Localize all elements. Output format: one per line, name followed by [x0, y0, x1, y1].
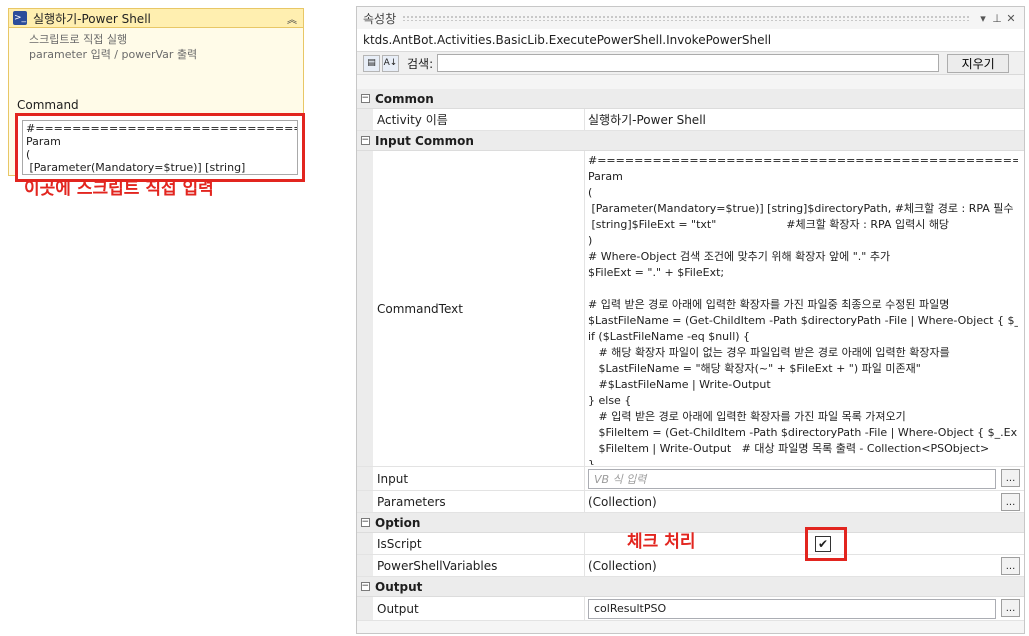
category-label: Common	[375, 91, 434, 106]
input-field[interactable]: VB 식 입력	[588, 468, 996, 489]
collapse-toggle-icon[interactable]: −	[357, 513, 373, 533]
command-highlight: #==================================== Pa…	[15, 113, 305, 182]
activity-description: 스크립트로 직접 실행 parameter 입력 / powerVar 출력	[29, 32, 197, 62]
powershell-icon: >_	[13, 11, 27, 25]
output-cell: colResultPSO ...	[585, 597, 1024, 620]
dropdown-icon[interactable]: ▾	[976, 12, 990, 25]
category-label: Output	[375, 579, 423, 594]
property-label: Output	[373, 597, 585, 620]
command-annotation: 이곳에 스크립트 직접 입력	[24, 179, 214, 199]
property-label: Input	[373, 467, 585, 490]
output-ellipsis-button[interactable]: ...	[1001, 599, 1020, 617]
property-row-parameters[interactable]: Parameters (Collection) ...	[357, 491, 1024, 513]
property-label: CommandText	[373, 151, 585, 466]
activity-body: 스크립트로 직접 실행 parameter 입력 / powerVar 출력 C…	[8, 28, 305, 182]
activity-card[interactable]: >_ 실행하기-Power Shell ︽ 스크립트로 직접 실행 parame…	[8, 8, 305, 182]
titlebar-grip[interactable]	[402, 15, 970, 21]
category-label: Input Common	[375, 133, 474, 148]
categorized-icon[interactable]: ▤	[363, 54, 380, 72]
search-label: 검색:	[407, 56, 434, 71]
isscript-annotation: 체크 처리	[627, 532, 696, 552]
property-label: Parameters	[373, 491, 585, 512]
category-common[interactable]: − Common	[357, 89, 1024, 109]
properties-panel: 속성창 ▾ ⊥ ✕ ktds.AntBot.Activities.BasicLi…	[356, 6, 1025, 634]
activity-header[interactable]: >_ 실행하기-Power Shell ︽	[8, 8, 304, 28]
parameters-value: (Collection)	[588, 494, 657, 509]
type-name: ktds.AntBot.Activities.BasicLib.ExecuteP…	[357, 29, 1024, 51]
category-label: Option	[375, 515, 421, 530]
clear-button[interactable]: 지우기	[947, 53, 1010, 73]
activity-name-value[interactable]: 실행하기-Power Shell	[585, 109, 1024, 130]
command-input[interactable]: #==================================== Pa…	[22, 120, 298, 175]
activity-desc-line2: parameter 입력 / powerVar 출력	[29, 48, 198, 61]
collapse-icon[interactable]: ︽	[285, 11, 299, 26]
property-label: PowerShellVariables	[373, 555, 585, 576]
activity-title: 실행하기-Power Shell	[33, 11, 151, 26]
property-label: Activity 이름	[373, 109, 585, 130]
input-cell: VB 식 입력 ...	[585, 467, 1024, 490]
collapse-toggle-icon[interactable]: −	[357, 131, 373, 151]
parameters-cell: (Collection) ...	[585, 491, 1024, 512]
psvars-value: (Collection)	[588, 558, 657, 573]
pin-icon[interactable]: ⊥	[990, 12, 1004, 25]
isscript-checkbox[interactable]: ✔	[815, 536, 831, 552]
category-input-common[interactable]: − Input Common	[357, 131, 1024, 151]
collapse-toggle-icon[interactable]: −	[357, 89, 373, 109]
activity-desc-line1: 스크립트로 직접 실행	[29, 33, 128, 46]
commandtext-editor[interactable]: #=======================================…	[588, 153, 1018, 465]
search-toolbar: ▤ A↓ 검색: 지우기	[357, 51, 1024, 75]
input-ellipsis-button[interactable]: ...	[1001, 469, 1020, 487]
property-row-commandtext[interactable]: CommandText #===========================…	[357, 151, 1024, 467]
panel-title: 속성창	[363, 11, 397, 26]
close-icon[interactable]: ✕	[1004, 12, 1018, 25]
panel-titlebar: 속성창 ▾ ⊥ ✕	[357, 7, 1024, 29]
property-row-powershellvariables[interactable]: PowerShellVariables (Collection) ...	[357, 555, 1024, 577]
sort-alpha-icon[interactable]: A↓	[382, 54, 399, 72]
property-label: IsScript	[373, 533, 585, 554]
psvars-cell: (Collection) ...	[585, 555, 1024, 576]
psvars-ellipsis-button[interactable]: ...	[1001, 557, 1020, 575]
search-input[interactable]	[437, 54, 940, 72]
property-row-activity-name[interactable]: Activity 이름 실행하기-Power Shell	[357, 109, 1024, 131]
category-output[interactable]: − Output	[357, 577, 1024, 597]
commandtext-cell: #=======================================…	[585, 151, 1024, 466]
parameters-ellipsis-button[interactable]: ...	[1001, 493, 1020, 511]
property-row-input[interactable]: Input VB 식 입력 ...	[357, 467, 1024, 491]
output-field[interactable]: colResultPSO	[588, 598, 996, 619]
collapse-toggle-icon[interactable]: −	[357, 577, 373, 597]
property-row-output[interactable]: Output colResultPSO ...	[357, 597, 1024, 621]
command-label: Command	[17, 98, 79, 112]
